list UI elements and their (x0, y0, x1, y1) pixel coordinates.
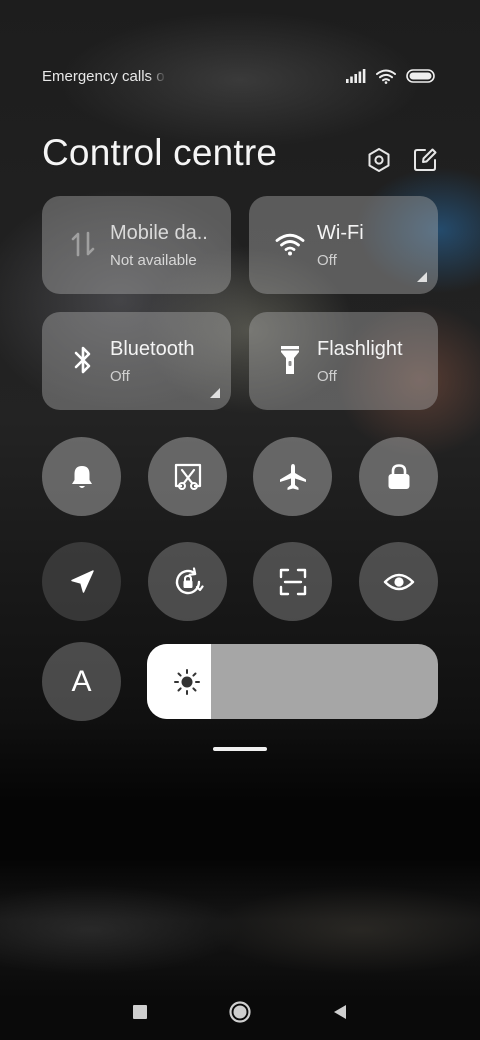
mobile-data-title: Mobile da.. (110, 222, 208, 244)
carrier-text: Emergency calls o (42, 67, 165, 85)
back-button[interactable] (328, 1000, 352, 1024)
bluetooth-tile[interactable]: Bluetooth Off (42, 312, 231, 410)
rotation-lock-icon (175, 566, 204, 594)
flashlight-tile[interactable]: Flashlight Off (249, 312, 438, 410)
lock-icon (388, 463, 409, 489)
battery-icon (406, 69, 435, 83)
control-centre-screen: Emergency calls o Control centre Mobile … (0, 0, 480, 1040)
home-icon (229, 1001, 251, 1023)
mobile-data-tile[interactable]: Mobile da.. Not available (42, 196, 231, 294)
rotation-lock-toggle[interactable] (148, 542, 227, 621)
header-actions (366, 147, 438, 173)
screenshot-toggle[interactable] (148, 437, 227, 516)
page-title: Control centre (42, 132, 278, 173)
bluetooth-icon (68, 345, 98, 375)
scissors-icon (174, 463, 201, 490)
flashlight-icon (275, 345, 305, 375)
mobile-data-icon (68, 229, 98, 259)
wifi-tile-icon (275, 229, 305, 259)
mobile-data-status: Not available (110, 252, 197, 269)
recents-button[interactable] (128, 1000, 152, 1024)
settings-icon (368, 148, 390, 172)
settings-button[interactable] (366, 147, 392, 173)
wifi-tile[interactable]: Wi-Fi Off (249, 196, 438, 294)
wifi-icon (376, 69, 396, 84)
wifi-status: Off (317, 252, 337, 269)
bluetooth-expand-indicator[interactable] (210, 388, 220, 398)
navigation-bar (0, 990, 480, 1034)
location-arrow-icon (70, 569, 94, 593)
wifi-title: Wi-Fi (317, 222, 364, 244)
lock-screen-toggle[interactable] (359, 437, 438, 516)
signal-icon (346, 69, 366, 83)
bluetooth-status: Off (110, 368, 130, 385)
flashlight-title: Flashlight (317, 338, 403, 360)
ringer-toggle[interactable] (42, 437, 121, 516)
brightness-slider[interactable] (147, 644, 438, 719)
status-bar: Emergency calls o (42, 64, 436, 88)
status-icons (346, 69, 436, 84)
eye-icon (383, 573, 414, 590)
header: Control centre (42, 128, 438, 178)
bluetooth-title: Bluetooth (110, 338, 195, 360)
location-toggle[interactable] (42, 542, 121, 621)
panel-drag-handle[interactable] (213, 747, 267, 751)
auto-brightness-icon: A (71, 664, 92, 698)
flashlight-status: Off (317, 368, 337, 385)
airplane-toggle[interactable] (253, 437, 332, 516)
bell-icon (71, 465, 92, 488)
airplane-icon (279, 463, 306, 490)
back-icon (334, 1005, 346, 1019)
auto-brightness-toggle[interactable]: A (42, 642, 121, 721)
scanner-toggle[interactable] (253, 542, 332, 621)
recents-icon (133, 1005, 147, 1019)
reading-mode-toggle[interactable] (359, 542, 438, 621)
wifi-expand-indicator[interactable] (417, 272, 427, 282)
edit-button[interactable] (412, 147, 438, 173)
sun-icon (174, 669, 200, 695)
scanner-icon (279, 568, 306, 595)
home-button[interactable] (228, 1000, 252, 1024)
edit-icon (414, 148, 437, 171)
